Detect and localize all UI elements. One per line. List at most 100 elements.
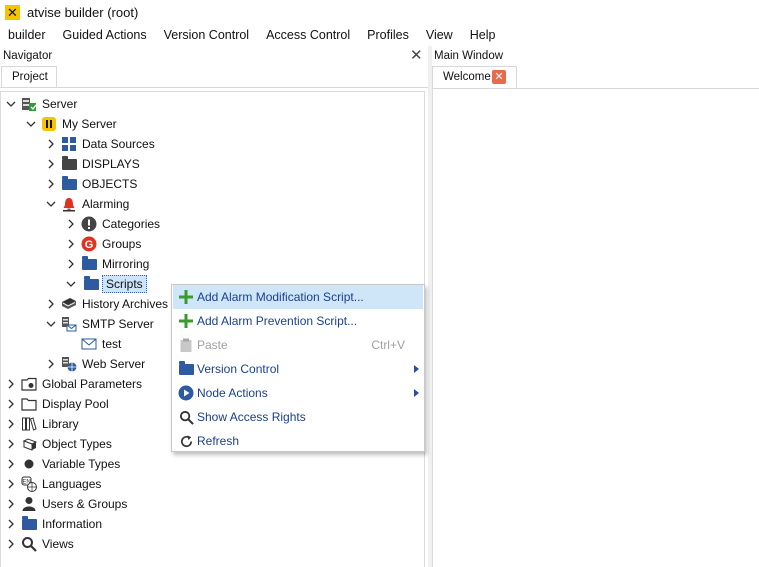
chevron-right-icon[interactable] xyxy=(5,378,17,390)
menu-guided-actions[interactable]: Guided Actions xyxy=(55,24,156,46)
chevron-down-icon[interactable] xyxy=(65,278,77,290)
tree-label: Display Pool xyxy=(42,397,109,411)
x-logo-icon: ✕ xyxy=(5,4,20,20)
magnifier-icon xyxy=(178,409,194,425)
play-icon xyxy=(178,385,194,401)
tree-label: Views xyxy=(42,537,74,551)
chevron-right-icon[interactable] xyxy=(5,458,17,470)
menu-help[interactable]: Help xyxy=(462,24,505,46)
tree-node-displays[interactable]: DISPLAYS xyxy=(45,154,140,174)
menu-view[interactable]: View xyxy=(418,24,462,46)
chevron-right-icon[interactable] xyxy=(45,358,57,370)
tree-node-history-archives[interactable]: History Archives xyxy=(45,294,168,314)
refresh-icon xyxy=(178,433,194,449)
tree-node-object-types[interactable]: Object Types xyxy=(5,434,112,454)
tab-welcome[interactable]: Welcome ✕ xyxy=(432,66,517,88)
chevron-right-icon[interactable] xyxy=(65,258,77,270)
tree-node-web-server[interactable]: Web Server xyxy=(45,354,145,374)
main-window-title: Main Window xyxy=(434,50,504,62)
my-server-icon xyxy=(41,116,57,132)
folder-icon xyxy=(81,255,97,272)
group-g-icon: G xyxy=(81,236,97,252)
plus-icon xyxy=(178,313,194,329)
svg-text:G: G xyxy=(85,239,94,251)
tree-label: Library xyxy=(42,417,79,431)
chevron-down-icon[interactable] xyxy=(45,198,57,210)
tree-node-languages[interactable]: EN Languages xyxy=(5,474,101,494)
tree-node-users-groups[interactable]: Users & Groups xyxy=(5,494,127,514)
context-menu: Add Alarm Modification Script... Add Ala… xyxy=(171,284,425,452)
close-tab-icon[interactable]: ✕ xyxy=(492,70,506,84)
tree-node-test[interactable]: test xyxy=(77,334,121,354)
chevron-right-icon[interactable] xyxy=(45,138,57,150)
menu-access-control[interactable]: Access Control xyxy=(258,24,359,46)
menu-profiles[interactable]: Profiles xyxy=(359,24,418,46)
tree-node-library[interactable]: Library xyxy=(5,414,79,434)
tree-label: Groups xyxy=(102,237,142,251)
chevron-right-icon[interactable] xyxy=(45,178,57,190)
folder-icon xyxy=(61,175,77,192)
menu-item-label: Show Access Rights xyxy=(197,410,306,424)
tree-node-display-pool[interactable]: Display Pool xyxy=(5,394,109,414)
chevron-down-icon[interactable] xyxy=(45,318,57,330)
chevron-right-icon[interactable] xyxy=(5,518,17,530)
tree-node-my-server[interactable]: My Server xyxy=(25,114,117,134)
tree-node-categories[interactable]: Categories xyxy=(65,214,160,234)
tree-node-server[interactable]: Server xyxy=(5,94,77,114)
tree-node-variable-types[interactable]: Variable Types xyxy=(5,454,120,474)
folder-icon xyxy=(21,515,37,532)
chevron-down-icon[interactable] xyxy=(25,118,37,130)
clipboard-icon xyxy=(178,337,194,353)
chevron-down-icon[interactable] xyxy=(5,98,17,110)
tree-node-smtp-server[interactable]: SMTP Server xyxy=(45,314,154,334)
chevron-right-icon[interactable] xyxy=(45,298,57,310)
tree-node-data-sources[interactable]: Data Sources xyxy=(45,134,155,154)
tree-label: Categories xyxy=(102,217,161,231)
tree-node-groups[interactable]: G Groups xyxy=(65,234,141,254)
user-icon xyxy=(21,496,37,512)
tree-node-mirroring[interactable]: Mirroring xyxy=(65,254,149,274)
tree-label: Data Sources xyxy=(82,137,155,151)
chevron-right-icon[interactable] xyxy=(65,218,77,230)
folder-gray-icon xyxy=(61,155,77,172)
chevron-right-icon[interactable] xyxy=(65,238,77,250)
main-content-area xyxy=(432,88,759,567)
menu-bar: builder Guided Actions Version Control A… xyxy=(0,24,759,46)
menu-item-refresh[interactable]: Refresh xyxy=(173,429,423,453)
grid-icon xyxy=(61,136,77,152)
tree-label: Global Parameters xyxy=(42,377,143,391)
tree-label: Variable Types xyxy=(42,457,121,471)
chevron-right-icon[interactable] xyxy=(5,538,17,550)
tree-node-global-parameters[interactable]: Global Parameters xyxy=(5,374,142,394)
tree-node-alarming[interactable]: Alarming xyxy=(45,194,129,214)
tree-node-objects[interactable]: OBJECTS xyxy=(45,174,137,194)
window-title: atvise builder (root) xyxy=(27,4,139,20)
bell-icon xyxy=(61,196,77,212)
tree-node-scripts[interactable]: Scripts xyxy=(65,274,147,294)
chevron-right-icon[interactable] xyxy=(45,158,57,170)
menu-item-node-actions[interactable]: Node Actions xyxy=(173,381,423,405)
smtp-server-icon xyxy=(61,316,77,332)
tree-label: SMTP Server xyxy=(82,317,154,331)
tab-project[interactable]: Project xyxy=(1,66,57,88)
menu-builder[interactable]: builder xyxy=(0,24,55,46)
tree-node-information[interactable]: Information xyxy=(5,514,102,534)
menu-item-version-control[interactable]: Version Control xyxy=(173,357,423,381)
chevron-right-icon[interactable] xyxy=(5,398,17,410)
menu-item-show-access-rights[interactable]: Show Access Rights xyxy=(173,405,423,429)
library-icon xyxy=(21,416,37,432)
chevron-right-icon[interactable] xyxy=(5,438,17,450)
menu-item-add-alarm-prevention-script[interactable]: Add Alarm Prevention Script... xyxy=(173,309,423,333)
menu-item-paste[interactable]: Paste Ctrl+V xyxy=(173,333,423,357)
chevron-right-icon[interactable] xyxy=(5,478,17,490)
close-icon[interactable]: ✕ xyxy=(410,48,423,64)
menu-item-add-alarm-modification-script[interactable]: Add Alarm Modification Script... xyxy=(173,285,423,309)
chevron-right-icon[interactable] xyxy=(5,498,17,510)
menu-version-control[interactable]: Version Control xyxy=(156,24,258,46)
web-server-icon xyxy=(61,356,77,372)
book-icon xyxy=(61,296,77,312)
tree-label: Object Types xyxy=(42,437,112,451)
chevron-right-icon[interactable] xyxy=(5,418,17,430)
tree-label: My Server xyxy=(62,117,117,131)
tree-node-views[interactable]: Views xyxy=(5,534,74,554)
